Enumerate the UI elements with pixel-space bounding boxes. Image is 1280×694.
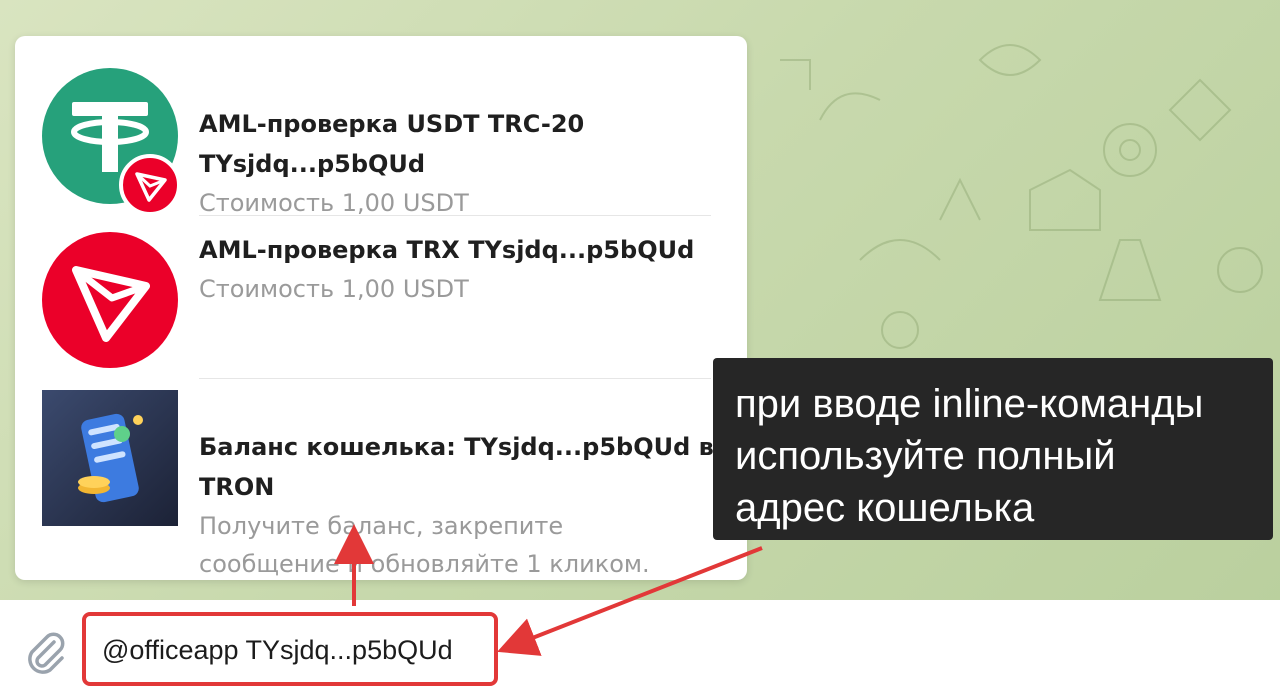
result-subtitle: Получите баланс, закрепите <box>199 512 564 540</box>
annotation-line: используйте полный <box>735 434 1116 478</box>
result-title-line2: TRON <box>199 473 275 501</box>
tron-badge-icon <box>119 154 181 216</box>
tron-icon <box>42 232 178 368</box>
result-subtitle: Стоимость 1,00 USDT <box>199 275 469 303</box>
inline-result-usdt-aml[interactable]: AML-проверка USDT TRC-20 TYsjdq...p5bQUd… <box>15 36 747 217</box>
inline-result-wallet-balance[interactable]: Баланс кошелька: TYsjdq...p5bQUd в TRON … <box>15 379 747 578</box>
inline-result-trx-aml[interactable]: AML-проверка TRX TYsjdq...p5bQUd Стоимос… <box>15 216 747 378</box>
wallet-balance-icon <box>42 390 178 526</box>
annotation-line: адрес кошелька <box>735 486 1035 530</box>
message-input-highlight[interactable]: @officeapp TYsjdq...p5bQUd <box>82 612 498 686</box>
paperclip-icon[interactable] <box>22 628 68 674</box>
inline-results-popup: AML-проверка USDT TRC-20 TYsjdq...p5bQUd… <box>15 36 747 580</box>
annotation-callout: при вводе inline-команды используйте пол… <box>713 358 1273 540</box>
result-title: AML-проверка TRX TYsjdq...p5bQUd <box>199 236 695 264</box>
result-title-line2: TYsjdq...p5bQUd <box>199 150 426 178</box>
result-subtitle-line2: сообщение и обновляйте 1 кликом. <box>199 550 650 578</box>
annotation-line: при вводе inline-команды <box>735 382 1204 426</box>
result-title: Баланс кошелька: TYsjdq...p5bQUd в <box>199 433 714 461</box>
message-input-bar: @officeapp TYsjdq...p5bQUd <box>0 600 1280 694</box>
message-input[interactable]: @officeapp TYsjdq...p5bQUd <box>102 630 453 670</box>
result-title: AML-проверка USDT TRC-20 <box>199 110 585 138</box>
